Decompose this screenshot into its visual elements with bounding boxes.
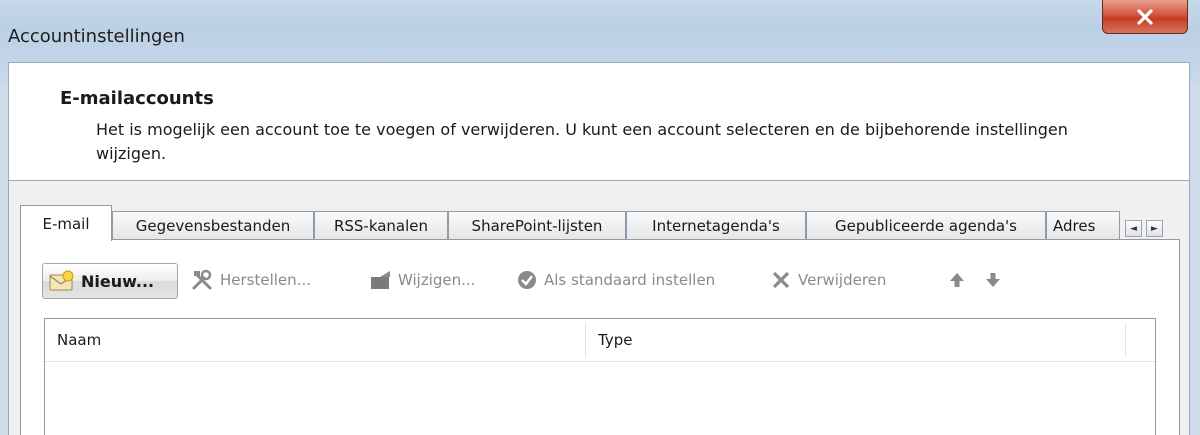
set-default-button[interactable]: Als standaard instellen [516, 262, 715, 298]
change-button[interactable]: Wijzigen... [368, 262, 475, 298]
tab-strip: E-mail Gegevensbestanden RSS-kanalen Sha… [20, 205, 1120, 241]
tab-scroll-right-button[interactable]: ► [1146, 220, 1163, 237]
tab-address-books[interactable]: Adres [1046, 211, 1120, 239]
move-down-button[interactable] [984, 262, 1002, 298]
tab-internet-calendars[interactable]: Internetagenda's [626, 211, 806, 239]
remove-label: Verwijderen [798, 271, 887, 289]
set-default-label: Als standaard instellen [544, 271, 716, 289]
repair-button[interactable]: Herstellen... [190, 262, 311, 298]
delete-x-icon [770, 269, 792, 291]
tools-icon [190, 268, 214, 292]
tab-data-files[interactable]: Gegevensbestanden [112, 211, 314, 239]
window-title: Accountinstellingen [8, 26, 185, 47]
repair-label: Herstellen... [220, 271, 311, 289]
change-label: Wijzigen... [398, 271, 476, 289]
new-account-button[interactable]: Nieuw... [42, 263, 178, 299]
arrow-down-icon [984, 271, 1002, 289]
column-header-name[interactable]: Naam [45, 319, 585, 361]
arrow-up-icon [948, 271, 966, 289]
close-button[interactable] [1102, 0, 1188, 34]
tab-scroll-left-button[interactable]: ◄ [1125, 220, 1142, 237]
tab-rss-feeds[interactable]: RSS-kanalen [314, 211, 448, 239]
new-account-label: Nieuw... [81, 271, 155, 291]
section-description: Het is mogelijk een account toe te voege… [96, 120, 1068, 163]
column-header-type[interactable]: Type [586, 319, 1126, 361]
edit-card-icon [368, 269, 392, 291]
accounts-table[interactable]: Naam Type [44, 318, 1156, 435]
section-title: E-mailaccounts [60, 88, 214, 109]
checkmark-circle-icon [516, 269, 538, 291]
column-divider[interactable] [1125, 323, 1126, 357]
close-x-icon [1134, 6, 1156, 28]
tab-published-calendars[interactable]: Gepubliceerde agenda's [806, 211, 1046, 239]
table-header: Naam Type [45, 319, 1155, 362]
envelope-new-icon [49, 270, 75, 292]
tab-email[interactable]: E-mail [20, 205, 112, 241]
tab-sharepoint-lists[interactable]: SharePoint-lijsten [448, 211, 626, 239]
remove-button[interactable]: Verwijderen [770, 262, 886, 298]
move-up-button[interactable] [948, 262, 966, 298]
